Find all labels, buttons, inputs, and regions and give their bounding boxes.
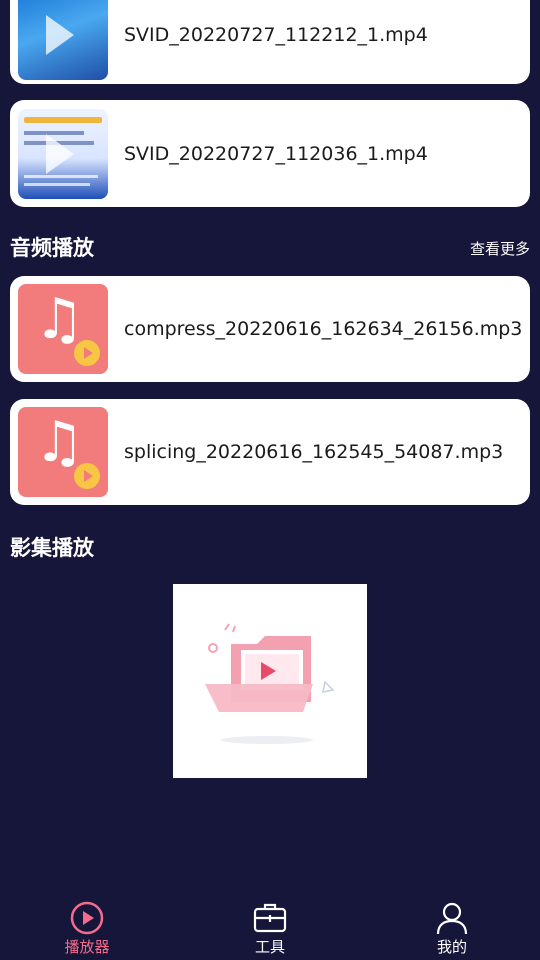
music-note-icon: ♫: [34, 287, 85, 352]
tab-tools-label: 工具: [254, 938, 285, 956]
tab-mine-label: 我的: [436, 938, 467, 956]
play-icon: [46, 15, 74, 55]
audio-thumbnail: ♫: [18, 284, 108, 374]
video-thumbnail: [18, 0, 108, 80]
tab-tools[interactable]: 工具: [210, 890, 330, 960]
video-filename: SVID_20220727_112212_1.mp4: [124, 24, 428, 46]
music-note-icon: ♫: [34, 410, 85, 475]
audio-filename: compress_20220616_162634_26156.mp3: [124, 318, 523, 340]
video-thumbnail: [18, 108, 108, 199]
empty-state-illustration: [173, 584, 367, 778]
audio-item[interactable]: ♫ splicing_20220616_162545_54087.mp3: [10, 399, 530, 505]
video-filename: SVID_20220727_112036_1.mp4: [124, 142, 428, 165]
audio-thumbnail: ♫: [18, 407, 108, 497]
audio-section-title: 音频播放: [10, 236, 94, 260]
player-icon: [70, 901, 104, 935]
audio-item[interactable]: ♫ compress_20220616_162634_26156.mp3: [10, 276, 530, 382]
tab-mine[interactable]: 我的: [392, 890, 512, 960]
play-badge-icon: [74, 340, 100, 366]
bottom-tab-bar: 播放器 工具 我的: [0, 890, 540, 960]
toolbox-icon: [253, 903, 287, 933]
video-item[interactable]: SVID_20220727_112036_1.mp4: [10, 100, 530, 207]
play-badge-icon: [74, 463, 100, 489]
album-section-title: 影集播放: [10, 536, 94, 560]
play-icon: [46, 133, 74, 174]
view-more-link[interactable]: 查看更多: [470, 238, 530, 259]
empty-folder-video-icon: [205, 623, 335, 744]
video-item[interactable]: SVID_20220727_112212_1.mp4: [10, 0, 530, 84]
tab-player[interactable]: 播放器: [27, 890, 147, 960]
user-icon: [436, 902, 468, 935]
audio-filename: splicing_20220616_162545_54087.mp3: [124, 441, 504, 463]
tab-player-label: 播放器: [64, 938, 110, 956]
